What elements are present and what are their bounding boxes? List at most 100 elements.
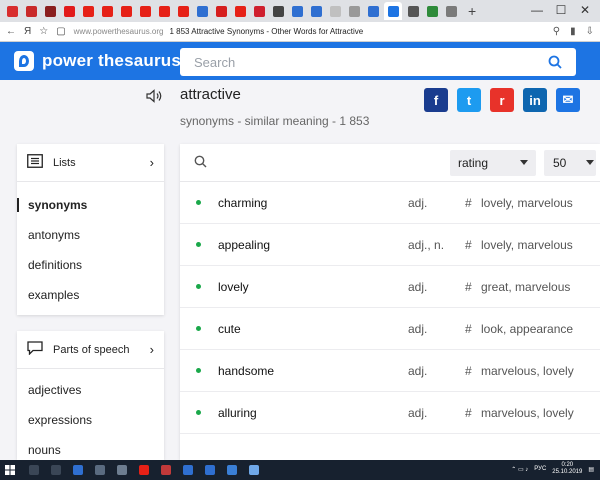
search-input[interactable] [194, 54, 546, 70]
count-value: 50 [553, 156, 567, 170]
browser-tab[interactable] [194, 2, 210, 20]
browser-tab[interactable] [365, 2, 381, 20]
facebook-share-button[interactable]: f [424, 88, 448, 112]
chevron-right-icon[interactable]: › [150, 155, 154, 170]
taskbar-store-icon[interactable] [92, 460, 108, 480]
result-row[interactable]: charming adj. # lovely, marvelous [180, 182, 600, 224]
filter-search-icon[interactable] [194, 155, 207, 173]
twitter-share-button[interactable]: t [457, 88, 481, 112]
result-row[interactable]: appealing adj., n. # lovely, marvelous [180, 224, 600, 266]
part-of-speech: adj., n. [408, 238, 445, 252]
email-share-button[interactable]: ✉ [556, 88, 580, 112]
result-word[interactable]: handsome [218, 364, 274, 378]
bookmark-icon[interactable]: ☆ [39, 26, 48, 37]
sidebar-item-adjectives[interactable]: adjectives [17, 375, 164, 405]
maximize-icon[interactable]: ☐ [552, 3, 570, 17]
speaker-icon[interactable] [146, 89, 164, 103]
hash-icon: # [465, 280, 472, 294]
browser-tab[interactable] [80, 2, 96, 20]
result-row[interactable]: lovely adj. # great, marvelous [180, 266, 600, 308]
parts-of-speech-card: Parts of speech › adjectives expressions n… [17, 331, 164, 460]
taskbar-yandex-icon[interactable] [136, 460, 152, 480]
taskbar-edge-icon[interactable] [70, 460, 86, 480]
result-row[interactable]: handsome adj. # marvelous, lovely [180, 350, 600, 392]
taskbar-app-icon[interactable] [202, 460, 218, 480]
hash-icon: # [465, 406, 472, 420]
browser-tab[interactable] [289, 2, 305, 20]
browser-tab[interactable] [232, 2, 248, 20]
logo-mark-icon [14, 51, 34, 71]
language-indicator[interactable]: РУС [534, 466, 546, 472]
taskbar-app-icon[interactable] [180, 460, 196, 480]
task-view-icon[interactable] [48, 460, 64, 480]
browser-tab[interactable] [213, 2, 229, 20]
new-tab-button[interactable]: + [468, 4, 476, 18]
logo[interactable]: power thesaurus [14, 51, 181, 71]
linkedin-share-button[interactable]: in [523, 88, 547, 112]
result-tags[interactable]: lovely, marvelous [481, 238, 573, 252]
browser-tab[interactable] [270, 2, 286, 20]
result-word[interactable]: lovely [218, 280, 249, 294]
result-tags[interactable]: great, marvelous [481, 280, 570, 294]
taskbar-app-icon[interactable] [224, 460, 240, 480]
result-tags[interactable]: look, appearance [481, 322, 573, 336]
browser-tab[interactable] [251, 2, 267, 20]
result-tags[interactable]: marvelous, lovely [481, 364, 574, 378]
browser-tab[interactable] [346, 2, 362, 20]
taskbar-app-icon[interactable] [158, 460, 174, 480]
clock[interactable]: 0:20 25.10.2019 [552, 462, 582, 476]
result-tags[interactable]: lovely, marvelous [481, 196, 573, 210]
browser-tab[interactable] [61, 2, 77, 20]
sidebar-item-antonyms[interactable]: antonyms [17, 220, 164, 250]
browser-tab[interactable] [327, 2, 343, 20]
browser-tab[interactable] [118, 2, 134, 20]
browser-tab[interactable] [137, 2, 153, 20]
lists-header[interactable]: Lists › [17, 144, 164, 182]
chevron-right-icon[interactable]: › [150, 342, 154, 357]
sidebar-item-expressions[interactable]: expressions [17, 405, 164, 435]
result-word[interactable]: cute [218, 322, 241, 336]
result-word[interactable]: appealing [218, 238, 270, 252]
browser-tab[interactable] [99, 2, 115, 20]
minimize-icon[interactable]: — [528, 3, 546, 17]
tab-favicon-icon [426, 5, 438, 17]
notifications-icon[interactable]: ▤ [588, 466, 594, 473]
taskbar-photos-icon[interactable] [114, 460, 130, 480]
result-word[interactable]: alluring [218, 406, 257, 420]
result-word[interactable]: charming [218, 196, 267, 210]
browser-tab[interactable] [23, 2, 39, 20]
reddit-share-button[interactable]: r [490, 88, 514, 112]
browser-tab[interactable] [405, 2, 421, 20]
close-icon[interactable]: ✕ [576, 3, 594, 17]
result-row[interactable]: alluring adj. # marvelous, lovely [180, 392, 600, 434]
bookmark-flag-icon[interactable]: ▮ [570, 26, 576, 37]
clock-time: 0:20 [561, 462, 574, 468]
browser-logo-icon[interactable]: Я [24, 26, 31, 37]
parts-of-speech-header[interactable]: Parts of speech › [17, 331, 164, 369]
count-select[interactable]: 50 [544, 150, 596, 176]
result-row[interactable]: cute adj. # look, appearance [180, 308, 600, 350]
sidebar-item-synonyms[interactable]: synonyms [17, 190, 164, 220]
sidebar-item-definitions[interactable]: definitions [17, 250, 164, 280]
sidebar-item-examples[interactable]: examples [17, 280, 164, 310]
download-icon[interactable]: ⇩ [586, 26, 594, 37]
key-icon[interactable]: ⚲ [553, 26, 560, 37]
sort-select[interactable]: rating [450, 150, 536, 176]
taskbar-search-icon[interactable] [26, 460, 42, 480]
url-text[interactable]: www.powerthesaurus.org [74, 27, 164, 36]
taskbar-app-icon[interactable] [246, 460, 262, 480]
browser-tab[interactable] [4, 2, 20, 20]
browser-tab[interactable] [175, 2, 191, 20]
back-icon[interactable]: ← [6, 26, 16, 37]
browser-tab[interactable] [42, 2, 58, 20]
browser-tab[interactable] [424, 2, 440, 20]
result-tags[interactable]: marvelous, lovely [481, 406, 574, 420]
browser-tab[interactable] [443, 2, 459, 20]
search-icon[interactable] [546, 53, 564, 71]
tab-favicon-icon [387, 5, 399, 17]
tray-icons[interactable]: ⌃ ▭ ♪ [511, 466, 528, 473]
browser-tab[interactable] [156, 2, 172, 20]
windows-start-icon[interactable] [0, 460, 20, 480]
browser-tab[interactable] [308, 2, 324, 20]
browser-tab[interactable] [384, 2, 402, 20]
